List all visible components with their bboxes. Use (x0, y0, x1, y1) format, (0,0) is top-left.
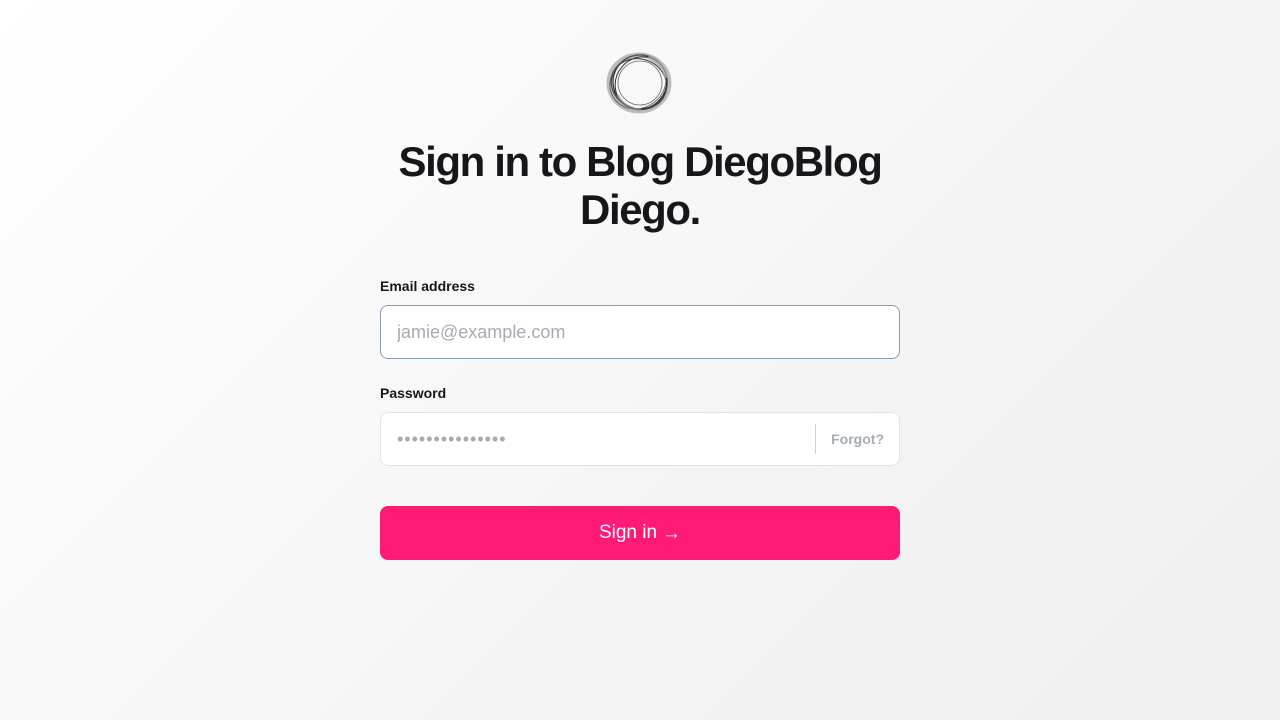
sign-in-button-label: Sign in (598, 522, 658, 543)
sign-in-button[interactable]: Sign in → (380, 506, 900, 560)
arrow-right-icon: → (662, 522, 682, 544)
password-label: Password (380, 385, 447, 401)
email-field-wrapper (380, 305, 900, 359)
forgot-password-link[interactable]: Forgot? (831, 431, 884, 447)
page-title: Sign in to Blog DiegoBlog Diego. (398, 138, 883, 233)
password-field-wrapper: Forgot? (380, 412, 900, 466)
email-label: Email address (380, 278, 475, 294)
ring-logo-icon (606, 50, 674, 114)
email-field[interactable] (381, 306, 899, 358)
password-divider (815, 424, 816, 454)
password-field[interactable] (381, 413, 811, 465)
